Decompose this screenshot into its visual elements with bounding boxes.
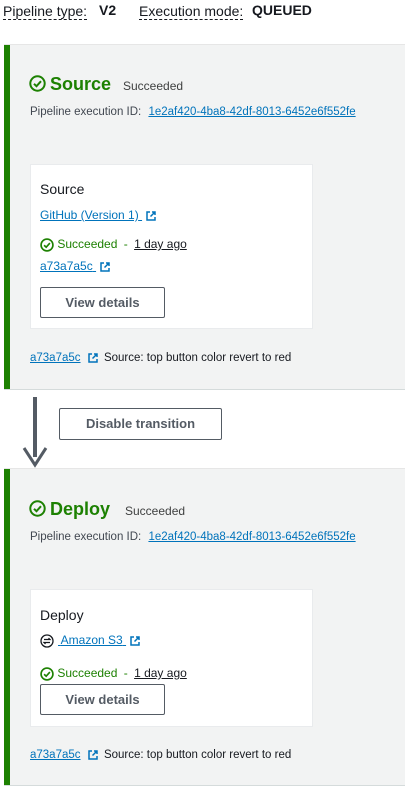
external-link-icon[interactable] xyxy=(129,635,141,647)
status-separator: - xyxy=(123,237,128,251)
execution-mode-value: QUEUED xyxy=(252,2,312,18)
action-time[interactable]: 1 day ago xyxy=(134,237,187,251)
stage-deploy: Deploy Succeeded Pipeline execution ID: … xyxy=(4,468,405,786)
action-name: Source xyxy=(40,181,85,197)
check-circle-icon xyxy=(40,667,54,681)
execution-id-link[interactable]: 1e2af420-4ba8-42df-8013-6452e6f552fe xyxy=(148,531,355,543)
action-commit-link[interactable]: a73a7a5c xyxy=(40,259,111,273)
disable-transition-button[interactable]: Disable transition xyxy=(59,408,222,440)
status-separator: - xyxy=(123,666,128,680)
stage-status: Succeeded xyxy=(123,79,184,93)
view-details-button[interactable]: View details xyxy=(40,684,165,715)
external-link-icon[interactable] xyxy=(99,261,111,273)
action-name: Deploy xyxy=(40,607,84,623)
stage-title: Source xyxy=(50,74,112,94)
pipeline-type-value: V2 xyxy=(99,2,117,18)
external-link-icon[interactable] xyxy=(87,749,99,761)
execution-id-row: Pipeline execution ID: 1e2af420-4ba8-42d… xyxy=(30,106,356,118)
pipeline-header: Pipeline type: V2 Execution mode: QUEUED xyxy=(0,0,405,30)
execution-id-row: Pipeline execution ID: 1e2af420-4ba8-42d… xyxy=(30,531,356,543)
footer-message: Source: top button color revert to red xyxy=(103,749,292,762)
footer-commit-link[interactable]: a73a7a5c xyxy=(30,749,81,761)
pipeline-type-label[interactable]: Pipeline type: xyxy=(3,3,88,20)
execution-id-label: Pipeline execution ID: xyxy=(30,106,142,118)
action-status-text: Succeeded xyxy=(57,666,118,680)
execution-id-link[interactable]: 1e2af420-4ba8-42df-8013-6452e6f552fe xyxy=(148,106,355,118)
footer-commit-link[interactable]: a73a7a5c xyxy=(30,352,81,364)
action-card-source: Source GitHub (Version 1) Succeeded - 1 … xyxy=(30,164,313,329)
stage-status: Succeeded xyxy=(125,504,186,518)
footer-message: Source: top button color revert to red xyxy=(103,352,292,365)
arrow-down-icon xyxy=(22,447,48,468)
check-circle-icon xyxy=(29,75,46,92)
stage-footer: a73a7a5c Source: top button color revert… xyxy=(30,749,291,761)
execution-mode-label[interactable]: Execution mode: xyxy=(139,3,244,20)
action-provider-label[interactable]: Amazon S3 xyxy=(61,633,123,647)
action-status-text: Succeeded xyxy=(57,237,118,251)
stage-source: Source Succeeded Pipeline execution ID: … xyxy=(4,44,405,390)
external-link-icon[interactable] xyxy=(145,210,157,222)
stage-title: Deploy xyxy=(50,499,111,519)
action-provider-link[interactable]: Amazon S3 xyxy=(40,633,141,648)
execution-id-label: Pipeline execution ID: xyxy=(30,531,142,543)
action-time[interactable]: 1 day ago xyxy=(134,666,187,680)
commit-id[interactable]: a73a7a5c xyxy=(40,259,93,273)
view-details-button[interactable]: View details xyxy=(40,287,165,318)
stage-status-bar xyxy=(4,469,10,785)
external-link-icon[interactable] xyxy=(87,352,99,364)
check-circle-icon xyxy=(40,238,54,252)
sync-icon xyxy=(40,634,54,648)
action-status: Succeeded - 1 day ago xyxy=(40,666,187,681)
stage-footer: a73a7a5c Source: top button color revert… xyxy=(30,352,291,364)
action-provider-link[interactable]: GitHub (Version 1) xyxy=(40,208,157,222)
action-card-deploy: Deploy Amazon S3 Succeeded - 1 day ago V… xyxy=(30,589,313,727)
check-circle-icon xyxy=(29,500,46,517)
stage-status-bar xyxy=(4,45,10,389)
action-provider-label[interactable]: GitHub (Version 1) xyxy=(40,208,139,222)
action-status: Succeeded - 1 day ago xyxy=(40,237,187,252)
